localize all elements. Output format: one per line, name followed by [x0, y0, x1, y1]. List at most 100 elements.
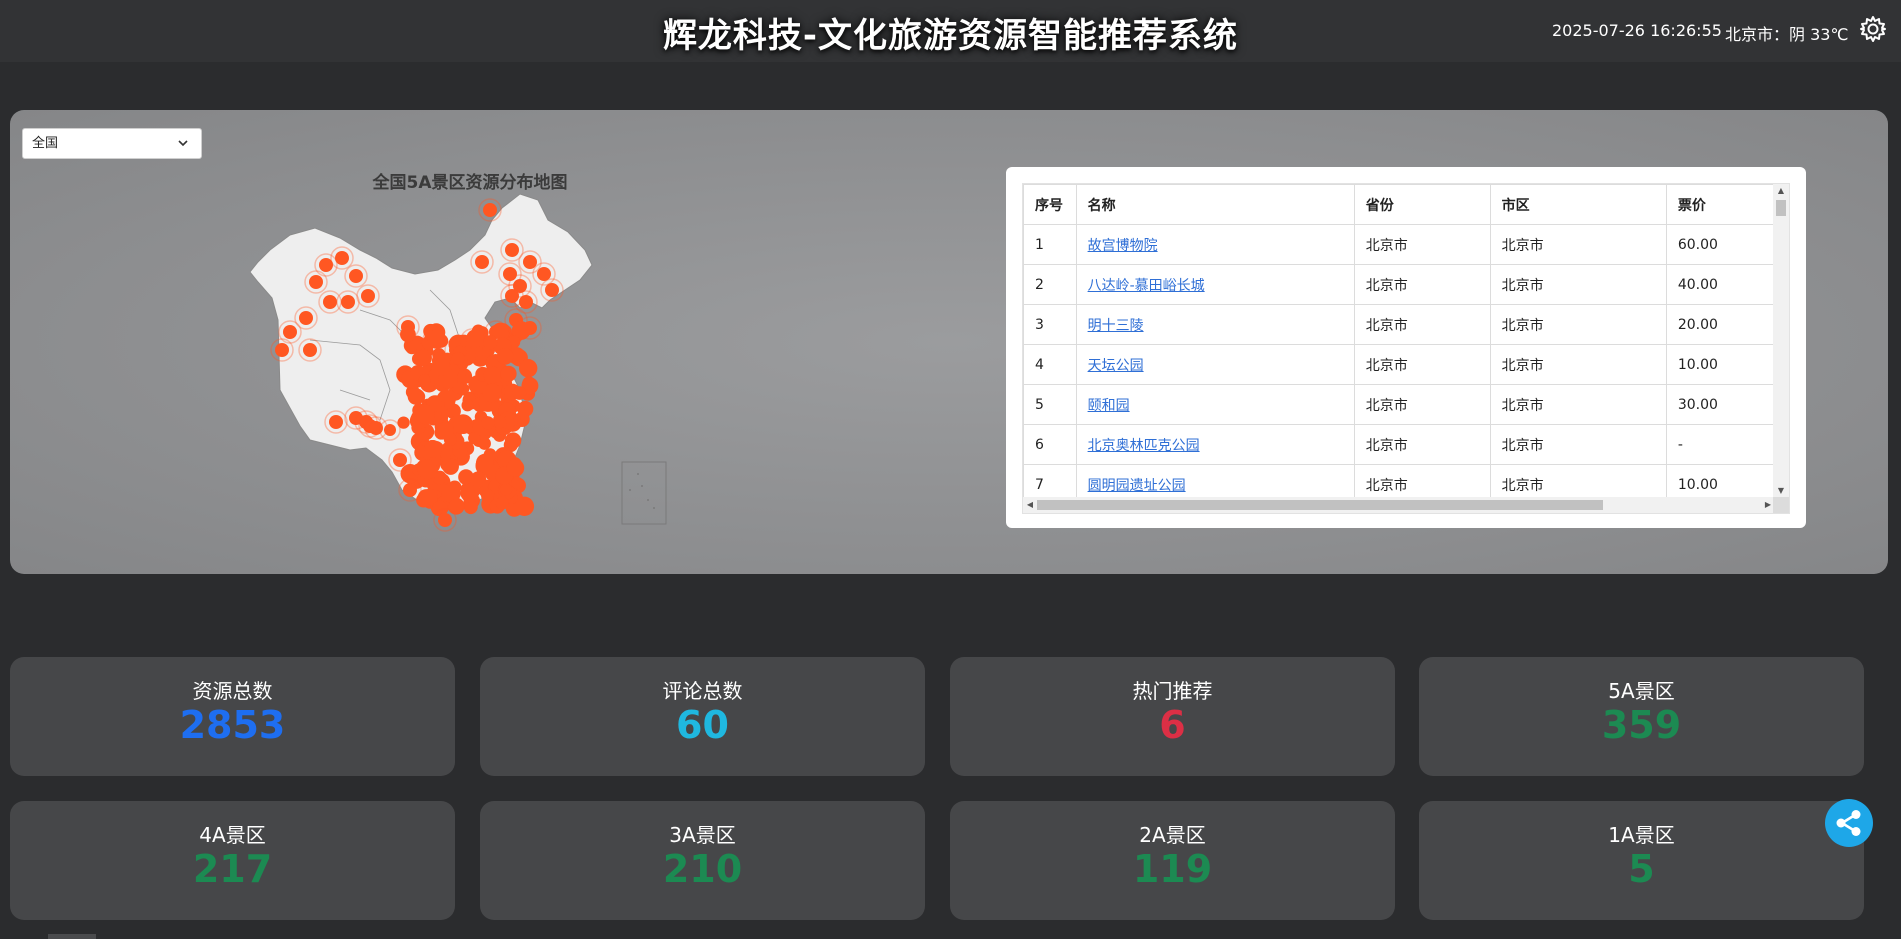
scenic-point[interactable]: [303, 343, 317, 357]
scenic-point[interactable]: [423, 440, 442, 458]
china-map[interactable]: [250, 190, 710, 550]
scenic-point[interactable]: [522, 376, 536, 391]
scenic-name-link[interactable]: 圆明园遗址公园: [1088, 478, 1186, 494]
scenic-point[interactable]: [506, 459, 525, 477]
stat-label: 1A景区: [1608, 823, 1675, 847]
scenic-point[interactable]: [421, 488, 438, 505]
scenic-name-link[interactable]: 故宫博物院: [1088, 238, 1158, 254]
scroll-down-icon[interactable]: ▼: [1773, 484, 1789, 498]
scenic-point[interactable]: [418, 374, 431, 387]
stat-label: 资源总数: [192, 679, 273, 703]
scenic-point[interactable]: [505, 243, 519, 257]
scenic-point[interactable]: [466, 329, 485, 348]
scenic-point[interactable]: [415, 404, 435, 425]
cell-price: 20.00: [1665, 304, 1789, 345]
stat-label: 评论总数: [662, 679, 743, 703]
scenic-point[interactable]: [500, 365, 517, 382]
scenic-point[interactable]: [518, 359, 538, 378]
share-button[interactable]: [1825, 799, 1873, 847]
scenic-point[interactable]: [451, 351, 465, 365]
scenic-point[interactable]: [361, 289, 375, 303]
horizontal-scrollbar[interactable]: ◀ ▶: [1023, 497, 1775, 513]
scenic-point[interactable]: [483, 203, 497, 217]
scenic-point[interactable]: [514, 496, 535, 516]
scenic-point[interactable]: [400, 326, 416, 343]
scenic-point[interactable]: [438, 513, 452, 527]
scenic-point[interactable]: [461, 399, 474, 412]
scenic-name-link[interactable]: 颐和园: [1088, 398, 1130, 414]
scenic-point[interactable]: [499, 483, 513, 496]
scenic-point[interactable]: [431, 357, 451, 377]
scenic-point[interactable]: [512, 386, 527, 400]
scenic-point[interactable]: [335, 251, 349, 265]
scenic-point[interactable]: [496, 348, 514, 365]
col-header-province: 省份: [1353, 184, 1491, 225]
cell-no: 6: [1023, 424, 1077, 465]
scenic-point[interactable]: [482, 383, 502, 403]
vertical-scrollbar[interactable]: ▲ ▼: [1773, 184, 1789, 498]
gear-icon[interactable]: [1858, 14, 1888, 44]
stat-card: 资源总数 2853: [10, 657, 455, 776]
scenic-point[interactable]: [495, 496, 509, 510]
scenic-name-link[interactable]: 天坛公园: [1088, 358, 1144, 374]
scroll-up-icon[interactable]: ▲: [1773, 184, 1789, 198]
scenic-point[interactable]: [323, 295, 337, 309]
scenic-point[interactable]: [436, 422, 455, 440]
scenic-point[interactable]: [283, 325, 297, 339]
scenic-point[interactable]: [511, 476, 524, 490]
scenic-point[interactable]: [349, 269, 363, 283]
scenic-point[interactable]: [309, 275, 323, 289]
scenic-point[interactable]: [476, 453, 494, 472]
cell-province: 北京市: [1353, 264, 1491, 305]
scenic-point[interactable]: [519, 295, 533, 309]
stat-card: 4A景区 217: [10, 801, 455, 920]
cell-price: 10.00: [1665, 344, 1789, 385]
scenic-point[interactable]: [545, 283, 559, 297]
scenic-point[interactable]: [470, 471, 487, 488]
region-select[interactable]: 全国: [22, 128, 202, 159]
scenic-point[interactable]: [475, 255, 489, 269]
scenic-name-link[interactable]: 北京奥林匹克公园: [1088, 438, 1200, 454]
table-row: 5 颐和园 北京市 北京市 30.00: [1023, 384, 1789, 425]
scenic-point[interactable]: [481, 416, 495, 430]
stat-value: 2853: [179, 703, 286, 747]
scenic-point[interactable]: [493, 415, 507, 429]
horizontal-scroll-thumb[interactable]: [1037, 500, 1603, 510]
table-row: 6 北京奥林匹克公园 北京市 北京市 -: [1023, 424, 1789, 465]
cell-price: 60.00: [1665, 224, 1789, 265]
scenic-point[interactable]: [483, 366, 501, 384]
scenic-point[interactable]: [384, 424, 396, 436]
col-header-name: 名称: [1075, 184, 1355, 225]
scenic-point[interactable]: [417, 459, 438, 480]
vertical-scroll-thumb[interactable]: [1776, 200, 1786, 216]
scenic-name-link[interactable]: 八达岭-慕田峪长城: [1088, 278, 1205, 294]
scenic-point[interactable]: [275, 343, 289, 357]
table-row: 1 故宫博物院 北京市 北京市 60.00: [1023, 224, 1789, 265]
stat-label: 5A景区: [1608, 679, 1675, 703]
col-header-price: 票价: [1665, 184, 1789, 225]
scenic-point[interactable]: [427, 329, 447, 349]
cell-city: 北京市: [1489, 344, 1667, 385]
scenic-point[interactable]: [453, 414, 473, 435]
scenic-point[interactable]: [481, 489, 495, 503]
scenic-table-scroll[interactable]: 序号 名称 省份 市区 票价 1 故宫博物院 北京市 北京市 60.00 2 八达岭-慕田峪…: [1022, 183, 1790, 514]
stat-value: 359: [1601, 703, 1682, 747]
scenic-point[interactable]: [483, 335, 498, 350]
scenic-point[interactable]: [503, 267, 517, 281]
cell-price: 40.00: [1665, 264, 1789, 305]
scenic-table-card: 序号 名称 省份 市区 票价 1 故宫博物院 北京市 北京市 60.00 2 八达岭-慕田峪…: [1006, 167, 1806, 528]
scenic-point[interactable]: [504, 432, 522, 449]
scenic-point[interactable]: [403, 483, 417, 497]
scenic-point[interactable]: [393, 453, 407, 467]
scroll-left-icon[interactable]: ◀: [1023, 497, 1037, 513]
scenic-point[interactable]: [341, 295, 355, 309]
scenic-point[interactable]: [448, 498, 465, 515]
scenic-point[interactable]: [299, 311, 313, 325]
scenic-point[interactable]: [407, 388, 425, 405]
cell-city: 北京市: [1489, 424, 1667, 465]
datetime-display: 2025-07-26 16:26:55: [1552, 21, 1722, 40]
cell-price: 30.00: [1665, 384, 1789, 425]
scenic-name-link[interactable]: 明十三陵: [1088, 318, 1144, 334]
scenic-point[interactable]: [415, 349, 432, 367]
scenic-point[interactable]: [329, 415, 343, 429]
